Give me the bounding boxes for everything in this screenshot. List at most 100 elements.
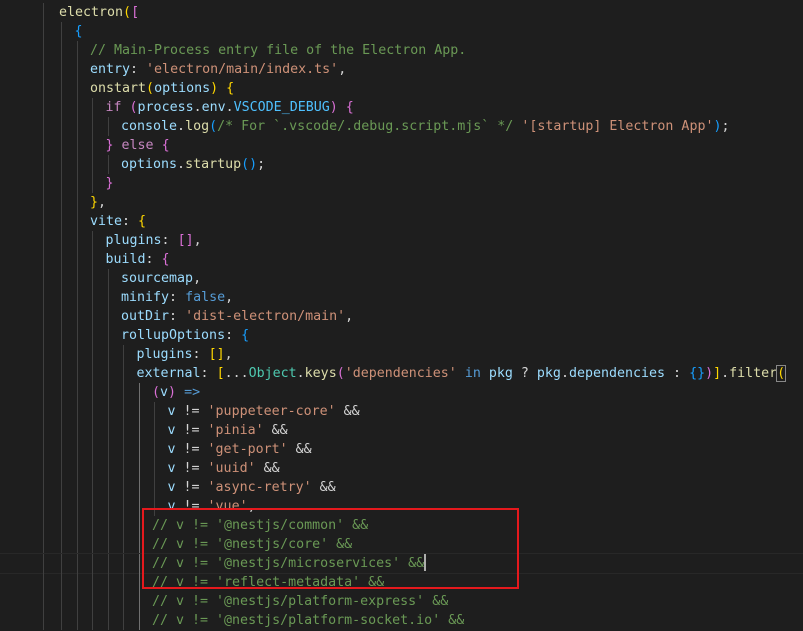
code-token: if — [105, 100, 122, 115]
indent-guide — [61, 402, 62, 421]
code-token: != — [175, 461, 208, 476]
indent-guide — [61, 478, 62, 497]
indent-guide — [43, 345, 44, 364]
indent-guide — [76, 231, 78, 250]
code-token: env — [201, 100, 226, 115]
code-line[interactable]: } — [0, 174, 803, 193]
code-token: , — [193, 271, 202, 286]
code-line[interactable]: options.startup(); — [0, 155, 803, 174]
code-line[interactable]: if (process.env.VSCODE_DEBUG) { — [0, 98, 803, 117]
indent-guide — [76, 117, 78, 136]
code-token: , — [98, 195, 107, 210]
code-token: vite — [90, 214, 123, 229]
code-token: [] — [208, 347, 225, 362]
code-line[interactable]: // v != '@nestjs/core' && — [0, 535, 803, 554]
code-line[interactable]: vite: { — [0, 212, 803, 231]
indent-guide — [76, 364, 78, 383]
code-line[interactable]: // v != '@nestjs/microservices' && — [0, 553, 803, 574]
code-token: v — [167, 423, 176, 438]
code-line[interactable]: sourcemap, — [0, 269, 803, 288]
code-token: // v != '@nestjs/common' && — [152, 518, 369, 533]
code-line[interactable]: external: [...Object.keys('dependencies'… — [0, 364, 803, 383]
code-token: ( — [776, 365, 787, 382]
indent-guide — [43, 535, 44, 554]
code-line[interactable]: (v) => — [0, 383, 803, 402]
code-line[interactable]: } else { — [0, 136, 803, 155]
code-line[interactable]: console.log(/* For `.vscode/.debug.scrip… — [0, 117, 803, 136]
code-lines[interactable]: electron([ { // Main-Process entry file of… — [0, 3, 803, 630]
code-token: . — [177, 157, 186, 172]
code-token: ( — [146, 81, 155, 96]
code-line[interactable]: build: { — [0, 250, 803, 269]
indent-guide — [61, 41, 62, 60]
indent-guide — [107, 155, 109, 174]
code-line[interactable]: // v != '@nestjs/platform-express' && — [0, 592, 803, 611]
indent-guide — [43, 174, 44, 193]
code-line[interactable]: v != 'get-port' && — [0, 440, 803, 459]
indent-guide — [92, 345, 93, 364]
code-line[interactable]: onstart(options) { — [0, 79, 803, 98]
indent-guide — [107, 364, 109, 383]
code-line[interactable]: // Main-Process entry file of the Electr… — [0, 41, 803, 60]
indent-guide — [138, 478, 140, 497]
code-line[interactable]: electron([ — [0, 3, 803, 22]
code-token: // Main-Process entry file of the Electr… — [90, 43, 467, 58]
indent-guide — [76, 611, 78, 630]
indent-guide — [76, 345, 78, 364]
code-line[interactable]: plugins: [], — [0, 345, 803, 364]
code-line[interactable]: rollupOptions: { — [0, 326, 803, 345]
code-line[interactable]: // v != 'reflect-metadata' && — [0, 573, 803, 592]
indent-guide — [61, 136, 62, 155]
indent-guide — [92, 117, 93, 136]
code-token: filter — [729, 366, 778, 381]
indent-guide — [61, 592, 62, 611]
code-token: => — [184, 385, 201, 400]
code-token: { — [74, 24, 83, 39]
indent-guide — [43, 383, 44, 402]
code-line[interactable]: plugins: [], — [0, 231, 803, 250]
indent-guide — [107, 459, 109, 478]
code-editor[interactable]: electron([ { // Main-Process entry file of… — [0, 0, 803, 631]
code-line[interactable]: entry: 'electron/main/index.ts', — [0, 60, 803, 79]
indent-guide — [43, 497, 44, 516]
code-token: ; — [721, 119, 730, 134]
code-line[interactable]: v != 'puppeteer-core' && — [0, 402, 803, 421]
code-line[interactable]: v != 'vue', — [0, 497, 803, 516]
code-line[interactable]: // v != '@nestjs/platform-socket.io' && — [0, 611, 803, 630]
indent-guide — [123, 440, 124, 459]
indent-guide — [138, 516, 140, 535]
code-token: , — [338, 62, 347, 77]
code-token: : — [161, 233, 178, 248]
code-line[interactable]: v != 'pinia' && — [0, 421, 803, 440]
indent-guide — [92, 174, 93, 193]
code-token: '[startup] Electron App' — [521, 119, 714, 134]
code-line[interactable]: v != 'async-retry' && — [0, 478, 803, 497]
code-line[interactable]: // v != '@nestjs/common' && — [0, 516, 803, 535]
indent-guide — [123, 364, 124, 383]
code-token: console — [121, 119, 178, 134]
indent-guide — [154, 440, 155, 459]
code-line[interactable]: { — [0, 22, 803, 41]
indent-guide — [107, 592, 109, 611]
indent-guide — [138, 611, 140, 630]
indent-guide — [92, 421, 93, 440]
code-line[interactable]: }, — [0, 193, 803, 212]
code-line[interactable]: minify: false, — [0, 288, 803, 307]
indent-guide — [92, 402, 93, 421]
code-token: ( — [152, 385, 161, 400]
indent-guide — [43, 554, 44, 573]
code-line[interactable]: v != 'uuid' && — [0, 459, 803, 478]
code-line[interactable]: outDir: 'dist-electron/main', — [0, 307, 803, 326]
code-token: 'get-port' — [207, 442, 288, 457]
code-token: 'dependencies' — [344, 366, 457, 381]
indent-guide — [107, 611, 109, 630]
indent-guide — [76, 98, 78, 117]
indent-guide — [43, 459, 44, 478]
code-token: 'uuid' — [207, 461, 256, 476]
indent-guide — [43, 269, 44, 288]
indent-guide — [92, 535, 93, 554]
indent-guide — [43, 98, 44, 117]
indent-guide — [107, 288, 109, 307]
code-token: v — [160, 385, 169, 400]
